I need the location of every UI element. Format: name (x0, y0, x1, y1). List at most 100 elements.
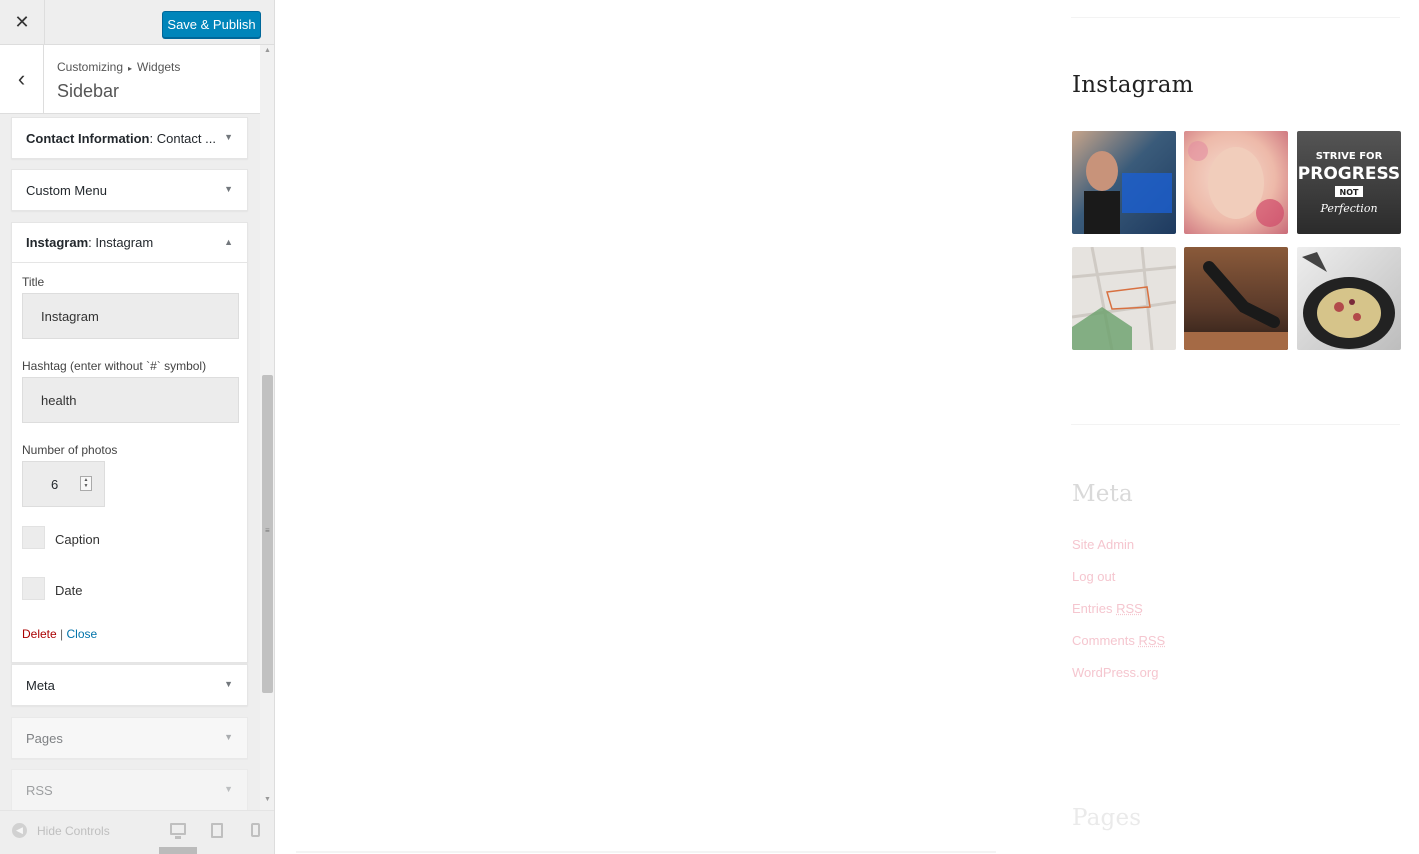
meta-widget-title: Meta (1072, 481, 1133, 507)
number-spinner-icon[interactable]: ▲ ▼ (80, 476, 92, 491)
widget-meta-name: Meta (26, 677, 55, 693)
close-icon[interactable]: ✕ (0, 0, 45, 45)
widget-instagram-name: Instagram (26, 235, 89, 250)
widget-instagram: Instagram: Instagram ▲ Title Instagram H… (11, 222, 248, 663)
meta-link-text: Log out (1072, 569, 1116, 584)
wordpress-org-link[interactable]: WordPress.org (1072, 665, 1158, 680)
date-checkbox[interactable] (22, 577, 45, 600)
widget-pages[interactable]: Pages ▼ (11, 717, 248, 759)
delete-link[interactable]: Delete (22, 627, 57, 641)
breadcrumb-widgets: Widgets (137, 60, 181, 74)
caption-checkbox[interactable] (22, 526, 45, 549)
site-admin-link[interactable]: Site Admin (1072, 537, 1134, 552)
face-mask-photo[interactable] (1184, 131, 1288, 234)
scrollbar-thumb[interactable]: ≡ (262, 375, 273, 693)
customizer-header: ✕ Save & Publish (0, 0, 274, 45)
strive-text-3: NOT (1340, 188, 1359, 197)
running-map-photo[interactable] (1072, 247, 1176, 350)
actions-separator: | (60, 627, 64, 641)
divider (296, 851, 996, 853)
pages-widget-title: Pages (1072, 805, 1142, 831)
divider (1071, 17, 1400, 18)
widget-contact-information[interactable]: Contact Information: Contact ... ▼ (11, 117, 248, 159)
comments-rss-link[interactable]: Comments RSS (1072, 633, 1165, 648)
section-title: Sidebar (57, 81, 120, 101)
strive-for-progress-photo[interactable]: STRIVE FOR PROGRESS NOT Perfection (1297, 131, 1401, 234)
collapse-arrow-icon: ◀ (12, 823, 27, 838)
chevron-down-icon[interactable]: ▼ (224, 184, 233, 194)
widget-contact-name: Contact Information (26, 130, 150, 146)
desktop-preview-icon[interactable] (170, 823, 186, 839)
breadcrumb-customizing: Customizing (57, 60, 124, 74)
sidebar-scrollbar[interactable]: ▲ ≡ ▼ (260, 45, 274, 810)
widget-custom-menu-header[interactable]: Custom Menu ▼ (12, 170, 247, 210)
entries-rss-link[interactable]: Entries RSS (1072, 601, 1143, 616)
back-arrow-icon[interactable]: ‹ (0, 45, 44, 113)
widget-custom-menu[interactable]: Custom Menu ▼ (11, 169, 248, 211)
divider (1071, 424, 1400, 425)
running-map-graphic (1072, 247, 1176, 350)
footer-handle (159, 847, 197, 854)
widget-actions: Delete | Close (22, 627, 97, 641)
close-link[interactable]: Close (67, 627, 98, 641)
hide-controls-button[interactable]: ◀ Hide Controls (12, 823, 110, 838)
instagram-widget-title: Instagram (1072, 72, 1194, 98)
meta-link-text: WordPress.org (1072, 665, 1159, 680)
tablet-preview-icon[interactable] (211, 823, 223, 838)
hashtag-label: Hashtag (enter without `#` symbol) (22, 359, 207, 373)
meta-link-text: Entries (1072, 601, 1117, 616)
photos-number-input[interactable]: 6 ▲ ▼ (22, 461, 105, 507)
gym-selfie-graphic (1084, 151, 1172, 234)
hashtag-input[interactable]: health (22, 377, 239, 423)
widget-meta[interactable]: Meta ▼ (11, 664, 248, 706)
strive-graphic: STRIVE FOR PROGRESS NOT Perfection (1298, 151, 1400, 215)
photos-number-value: 6 (51, 477, 59, 492)
date-label: Date (55, 583, 83, 598)
log-out-link[interactable]: Log out (1072, 569, 1115, 584)
meta-link-text: Comments (1072, 633, 1139, 648)
widget-pages-header[interactable]: Pages ▼ (12, 718, 247, 758)
chevron-down-icon[interactable]: ▼ (224, 679, 233, 689)
customizer-footer: ◀ Hide Controls (0, 810, 274, 854)
breadcrumb-separator-icon: ▸ (128, 64, 133, 73)
widget-contact-suffix: : Contact ... (149, 130, 216, 146)
save-publish-button[interactable]: Save & Publish (162, 11, 261, 38)
strive-text-4: Perfection (1319, 202, 1377, 215)
floor-stretch-photo[interactable] (1184, 247, 1288, 350)
gym-selfie-photo[interactable] (1072, 131, 1176, 234)
widget-panel: ‹ Customizing ▸ Widgets Sidebar Contact In… (0, 45, 260, 810)
widget-instagram-header[interactable]: Instagram: Instagram ▲ (12, 223, 247, 263)
chevron-up-icon[interactable]: ▲ (224, 237, 233, 247)
breadcrumb: Customizing ▸ Widgets (57, 60, 180, 74)
strive-text-2: PROGRESS (1298, 164, 1400, 184)
scrollbar-grip-icon: ≡ (265, 526, 270, 535)
chevron-down-icon[interactable]: ▼ (224, 132, 233, 142)
face-mask-graphic (1188, 141, 1284, 227)
widget-instagram-suffix: : Instagram (88, 235, 154, 250)
section-header: ‹ Customizing ▸ Widgets Sidebar (0, 45, 260, 114)
widget-rss-header[interactable]: RSS ▼ (12, 770, 247, 810)
title-label: Title (22, 275, 45, 289)
widget-contact-header[interactable]: Contact Information: Contact ... ▼ (12, 118, 247, 158)
scroll-down-arrow-icon[interactable]: ▼ (260, 796, 274, 808)
oatmeal-bowl-graphic (1302, 252, 1395, 349)
widget-rss[interactable]: RSS ▼ (11, 769, 248, 810)
widget-meta-header[interactable]: Meta ▼ (12, 665, 247, 705)
widget-rss-name: RSS (26, 782, 53, 798)
hide-controls-label: Hide Controls (37, 823, 110, 838)
title-input[interactable]: Instagram (22, 293, 239, 339)
site-preview: Instagram STRIVE FOR PROGRESS NOT Perfec… (276, 0, 1419, 854)
chevron-down-icon[interactable]: ▼ (224, 732, 233, 742)
photos-label: Number of photos (22, 443, 118, 457)
mobile-preview-icon[interactable] (251, 823, 260, 837)
floor-stretch-graphic (1184, 261, 1288, 350)
oatmeal-bowl-photo[interactable] (1297, 247, 1401, 350)
caption-label: Caption (55, 532, 100, 547)
strive-text-1: STRIVE FOR (1316, 151, 1383, 162)
scroll-up-arrow-icon[interactable]: ▲ (260, 47, 274, 59)
meta-link-abbr: RSS (1138, 633, 1166, 648)
widget-custom-menu-name: Custom Menu (26, 182, 107, 198)
meta-link-text: Site Admin (1072, 537, 1135, 552)
chevron-down-icon[interactable]: ▼ (224, 784, 233, 794)
meta-link-abbr: RSS (1116, 601, 1143, 616)
